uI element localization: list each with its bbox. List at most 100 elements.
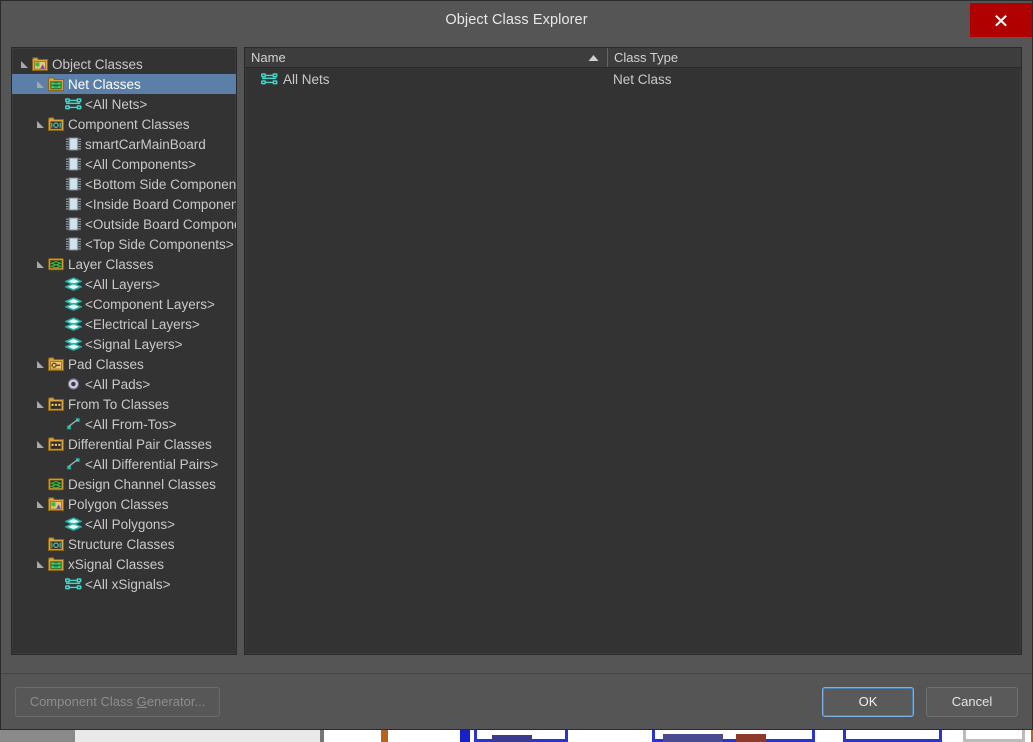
cell-name-label: All Nets: [283, 71, 330, 87]
dialog-footer: Component Class Generator... OK Cancel: [1, 673, 1032, 729]
dialog-titlebar: Object Class Explorer: [1, 1, 1032, 39]
component-icon: [64, 236, 82, 252]
tree-item-label: <All Polygons>: [85, 516, 176, 532]
fromto-icon: [64, 416, 82, 432]
component-icon: [64, 196, 82, 212]
tree-item-all-from-tos[interactable]: <All From-Tos>: [12, 414, 236, 434]
folder-polygon-icon: [47, 496, 65, 512]
expand-arrow-icon[interactable]: [18, 60, 31, 69]
chevron-expanded-icon: [37, 400, 44, 408]
tree-item-label: From To Classes: [68, 396, 170, 412]
tree-item-all-layers[interactable]: <All Layers>: [12, 274, 236, 294]
expand-arrow-icon[interactable]: [34, 260, 47, 269]
tree-item-label: <All Nets>: [85, 96, 148, 112]
chevron-expanded-icon: [37, 500, 44, 508]
tree-item-xsignal-classes[interactable]: xSignal Classes: [12, 554, 236, 574]
tree-item-label: <All From-Tos>: [85, 416, 177, 432]
tree-item-all-xsignals[interactable]: <All xSignals>: [12, 574, 236, 594]
tree-item-all-differential-pairs[interactable]: <All Differential Pairs>: [12, 454, 236, 474]
folder-fromto-icon: [47, 396, 65, 412]
expand-arrow-icon[interactable]: [34, 440, 47, 449]
tree-item-differential-pair-classes[interactable]: Differential Pair Classes: [12, 434, 236, 454]
folder-component-icon: [47, 116, 65, 132]
tree-item-label: <All Differential Pairs>: [85, 456, 219, 472]
tree-item-outside-board-components[interactable]: <Outside Board Components>: [12, 214, 236, 234]
tree-item-all-nets[interactable]: <All Nets>: [12, 94, 236, 114]
tree-item-all-pads[interactable]: <All Pads>: [12, 374, 236, 394]
tree-item-design-channel-classes[interactable]: Design Channel Classes: [12, 474, 236, 494]
tree-item-label: Pad Classes: [68, 356, 144, 372]
class-members-list[interactable]: All Nets Net Class: [245, 68, 1021, 90]
footer-action-buttons: OK Cancel: [822, 686, 1018, 717]
column-header-name-label: Name: [251, 50, 286, 65]
class-members-panel: Name Class Type All Nets Net Class: [244, 47, 1022, 655]
chevron-expanded-icon: [37, 360, 44, 368]
tree-item-electrical-layers[interactable]: <Electrical Layers>: [12, 314, 236, 334]
tree-item-from-to-classes[interactable]: From To Classes: [12, 394, 236, 414]
expand-arrow-icon[interactable]: [34, 560, 47, 569]
chevron-expanded-icon: [37, 560, 44, 568]
folder-fromto-icon: [47, 436, 65, 452]
folder-pad-icon: [47, 356, 65, 372]
tree-item-label: <All Components>: [85, 156, 197, 172]
tree-item-label: smartCarMainBoard: [85, 136, 206, 152]
tree-item-label: <All Layers>: [85, 276, 161, 292]
layer-icon: [64, 276, 82, 292]
component-class-generator-button[interactable]: Component Class Generator...: [15, 686, 220, 717]
folder-layer-icon: [47, 476, 65, 492]
folder-component-icon: [47, 536, 65, 552]
tree-item-label: <Bottom Side Components>: [85, 176, 236, 192]
tree-item-label: <Outside Board Components>: [85, 216, 236, 232]
expand-arrow-icon[interactable]: [34, 500, 47, 509]
tree-item-layer-classes[interactable]: Layer Classes: [12, 254, 236, 274]
layer-icon: [64, 316, 82, 332]
ok-button[interactable]: OK: [822, 686, 914, 717]
object-class-explorer-dialog: Object Class Explorer Object Classes Net …: [0, 0, 1033, 730]
tree-item-bottom-side-components[interactable]: <Bottom Side Components>: [12, 174, 236, 194]
object-class-tree[interactable]: Object Classes Net Classes <All Nets> Compo…: [12, 54, 236, 654]
tree-item-all-polygons[interactable]: <All Polygons>: [12, 514, 236, 534]
tree-item-label: Component Classes: [68, 116, 190, 132]
component-icon: [64, 156, 82, 172]
cell-class-type: Net Class: [613, 71, 672, 87]
tree-item-pad-classes[interactable]: Pad Classes: [12, 354, 236, 374]
tree-item-object-classes[interactable]: Object Classes: [12, 54, 236, 74]
tree-item-net-classes[interactable]: Net Classes: [12, 74, 236, 94]
expand-arrow-icon[interactable]: [34, 80, 47, 89]
expand-arrow-icon[interactable]: [34, 120, 47, 129]
net-icon: [64, 96, 82, 112]
tree-item-signal-layers[interactable]: <Signal Layers>: [12, 334, 236, 354]
tree-item-label: xSignal Classes: [68, 556, 165, 572]
tree-item-structure-classes[interactable]: Structure Classes: [12, 534, 236, 554]
tree-item-inside-board-components[interactable]: <Inside Board Components>: [12, 194, 236, 214]
tree-item-polygon-classes[interactable]: Polygon Classes: [12, 494, 236, 514]
cell-name: All Nets: [245, 71, 607, 87]
pad-icon: [64, 376, 82, 392]
table-row[interactable]: All Nets Net Class: [245, 68, 1021, 90]
tree-item-top-side-components[interactable]: <Top Side Components>: [12, 234, 236, 254]
tree-item-label: <Electrical Layers>: [85, 316, 200, 332]
tree-item-smartcarmainboard[interactable]: smartCarMainBoard: [12, 134, 236, 154]
tree-item-component-layers[interactable]: <Component Layers>: [12, 294, 236, 314]
component-icon: [64, 136, 82, 152]
dialog-title: Object Class Explorer: [445, 12, 588, 28]
folder-net-icon: [47, 556, 65, 572]
list-column-headers: Name Class Type: [245, 48, 1021, 68]
close-x-icon: [994, 13, 1008, 27]
cancel-button[interactable]: Cancel: [926, 686, 1018, 717]
column-header-name[interactable]: Name: [245, 48, 607, 67]
folder-polygon-icon: [31, 56, 49, 72]
tree-item-label: Object Classes: [52, 56, 143, 72]
tree-item-label: Design Channel Classes: [68, 476, 216, 492]
layer-icon: [64, 296, 82, 312]
expand-arrow-icon[interactable]: [34, 360, 47, 369]
component-icon: [64, 216, 82, 232]
column-header-class-type[interactable]: Class Type: [607, 48, 1021, 67]
tree-item-component-classes[interactable]: Component Classes: [12, 114, 236, 134]
expand-arrow-icon[interactable]: [34, 400, 47, 409]
tree-item-all-components[interactable]: <All Components>: [12, 154, 236, 174]
folder-net-icon: [47, 76, 65, 92]
tree-item-label: <Component Layers>: [85, 296, 215, 312]
tree-item-label: Differential Pair Classes: [68, 436, 212, 452]
close-button[interactable]: [970, 3, 1032, 37]
